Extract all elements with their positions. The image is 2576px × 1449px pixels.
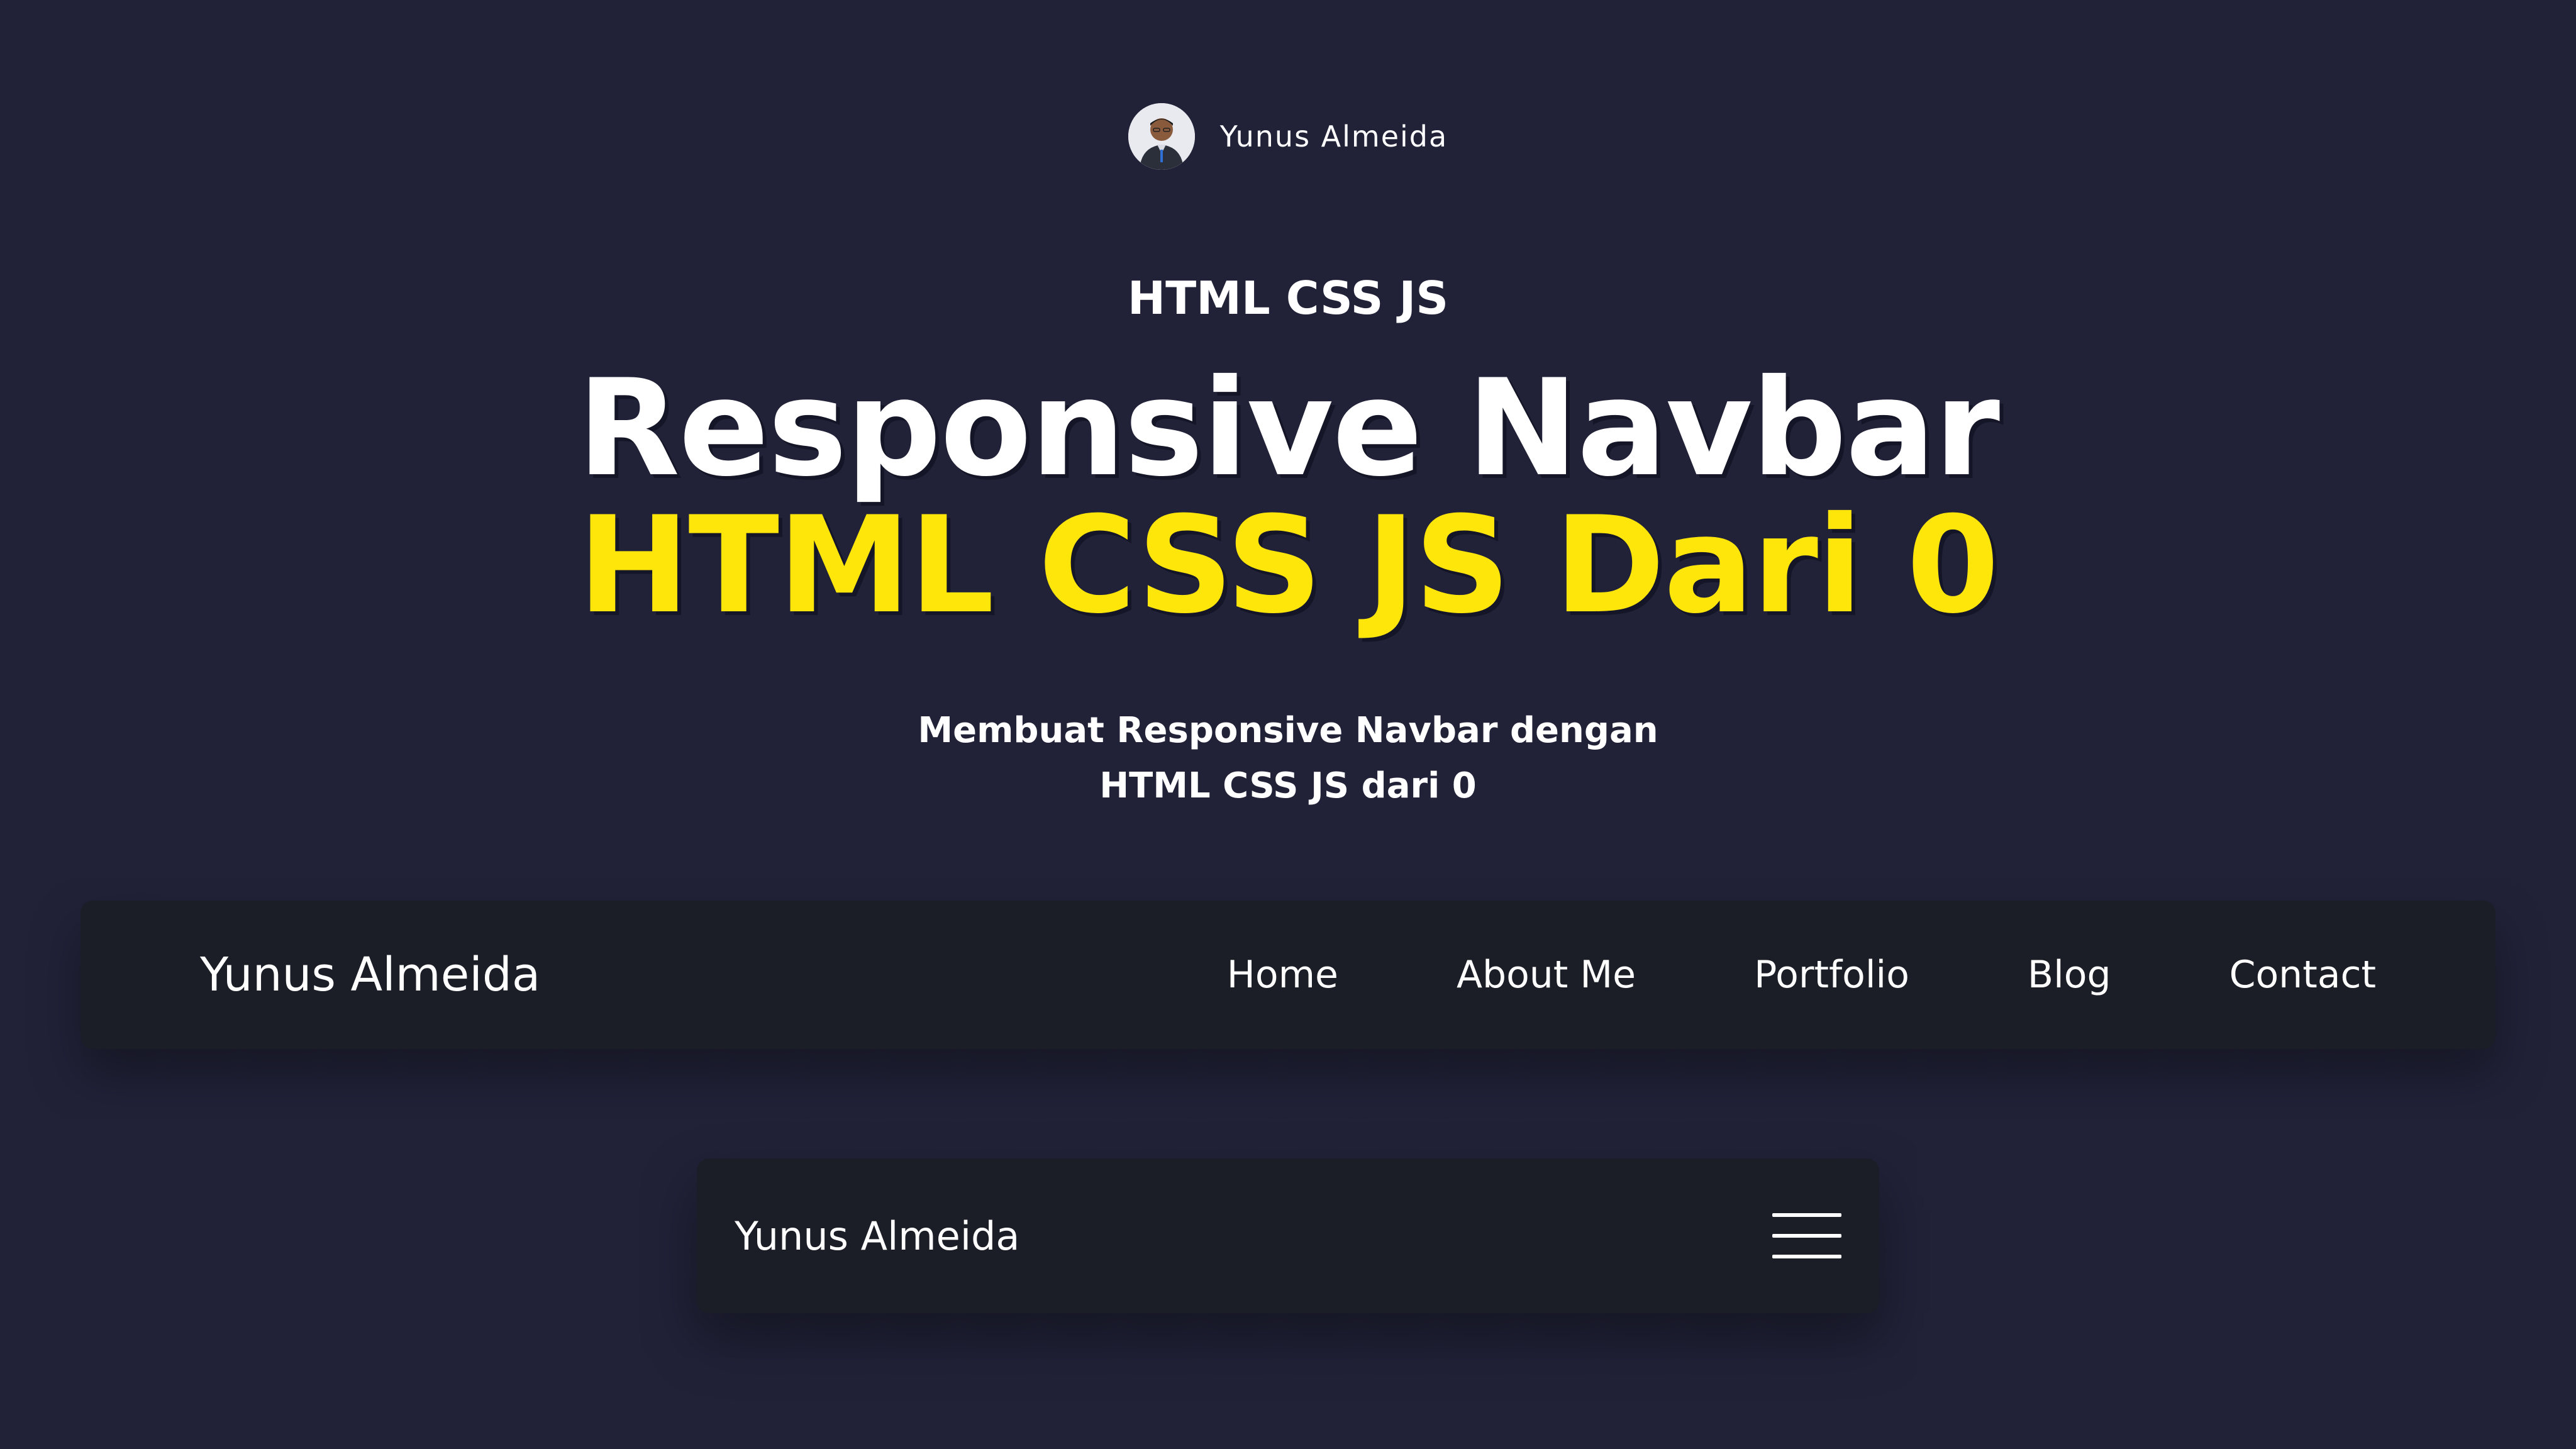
page-canvas: Yunus Almeida HTML CSS JS Responsive Nav… — [0, 0, 2576, 1449]
hero-subtitle-line2: HTML CSS JS dari 0 — [1099, 765, 1477, 806]
hero-title: Responsive Navbar HTML CSS JS Dari 0 — [0, 360, 2576, 634]
nav-link-blog[interactable]: Blog — [2028, 953, 2111, 997]
hero-subtitle-line1: Membuat Responsive Navbar dengan — [918, 710, 1658, 751]
nav-link-home[interactable]: Home — [1227, 953, 1338, 997]
hero-eyebrow: HTML CSS JS — [1127, 272, 1449, 325]
desktop-nav-brand[interactable]: Yunus Almeida — [200, 948, 540, 1002]
mobile-nav-brand[interactable]: Yunus Almeida — [735, 1213, 1019, 1259]
nav-link-contact[interactable]: Contact — [2229, 953, 2376, 997]
author-name: Yunus Almeida — [1219, 119, 1448, 153]
nav-link-portfolio[interactable]: Portfolio — [1754, 953, 1909, 997]
author-avatar — [1128, 103, 1195, 170]
desktop-navbar: Yunus Almeida Home About Me Portfolio Bl… — [80, 901, 2496, 1049]
hamburger-menu-icon[interactable] — [1772, 1213, 1841, 1258]
author-row: Yunus Almeida — [0, 103, 2576, 170]
person-avatar-icon — [1128, 103, 1195, 170]
hamburger-bar-top — [1772, 1213, 1841, 1217]
nav-link-about-me[interactable]: About Me — [1457, 953, 1636, 997]
mobile-navbar: Yunus Almeida — [697, 1158, 1879, 1313]
hero-title-line2: HTML CSS JS Dari 0 — [577, 487, 1999, 643]
desktop-nav-links: Home About Me Portfolio Blog Contact — [1227, 953, 2376, 997]
hero-subtitle: Membuat Responsive Navbar dengan HTML CS… — [0, 703, 2576, 814]
hero-title-line1: Responsive Navbar — [577, 350, 2000, 506]
hamburger-bar-middle — [1772, 1234, 1841, 1238]
hamburger-bar-bottom — [1772, 1255, 1841, 1258]
